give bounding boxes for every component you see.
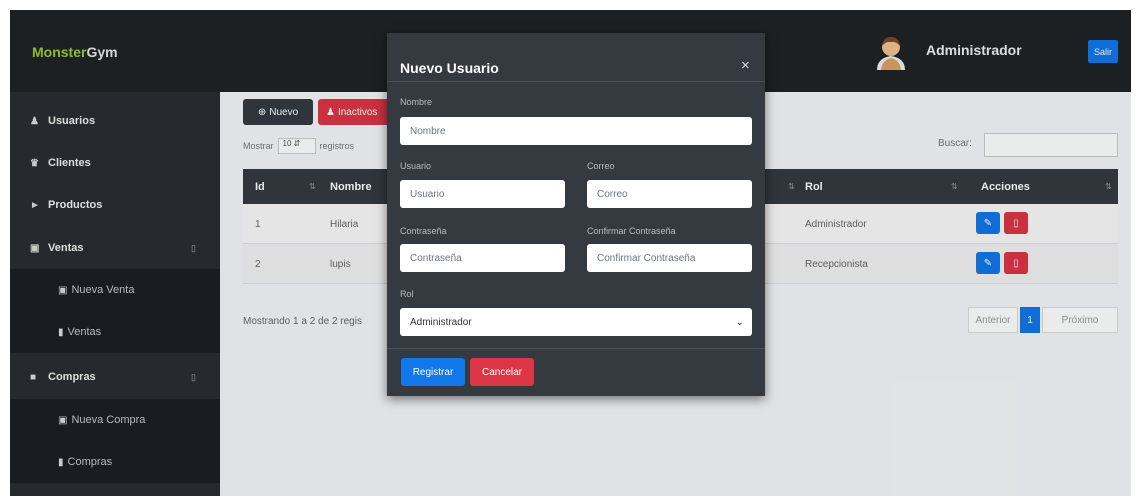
app-frame: MonsterGym Administrador Salir ♟ Usuario… (10, 10, 1131, 496)
confirm-password-field[interactable]: Confirmar Contraseña (587, 244, 752, 272)
rol-select[interactable]: Administrador ⌄ (400, 308, 752, 336)
usuario-field[interactable]: Usuario (400, 180, 565, 208)
confirm-password-label: Confirmar Contraseña (587, 226, 676, 236)
password-label: Contraseña (400, 226, 447, 236)
close-icon[interactable]: × (741, 57, 750, 74)
nombre-field[interactable]: Nombre (400, 117, 752, 145)
correo-field[interactable]: Correo (587, 180, 752, 208)
chevron-down-icon: ⌄ (735, 316, 744, 328)
cancel-button[interactable]: Cancelar (470, 358, 534, 386)
new-user-modal: Nuevo Usuario × Nombre Nombre Usuario Us… (387, 33, 765, 396)
rol-selected-value: Administrador (410, 316, 472, 328)
nombre-label: Nombre (400, 97, 433, 107)
rol-label: Rol (400, 289, 414, 299)
modal-footer-divider (387, 348, 765, 349)
modal-title: Nuevo Usuario (400, 60, 499, 76)
modal-header-divider (387, 81, 765, 82)
password-field[interactable]: Contraseña (400, 244, 565, 272)
register-button[interactable]: Registrar (401, 358, 465, 386)
usuario-label: Usuario (400, 161, 432, 171)
correo-label: Correo (587, 161, 615, 171)
